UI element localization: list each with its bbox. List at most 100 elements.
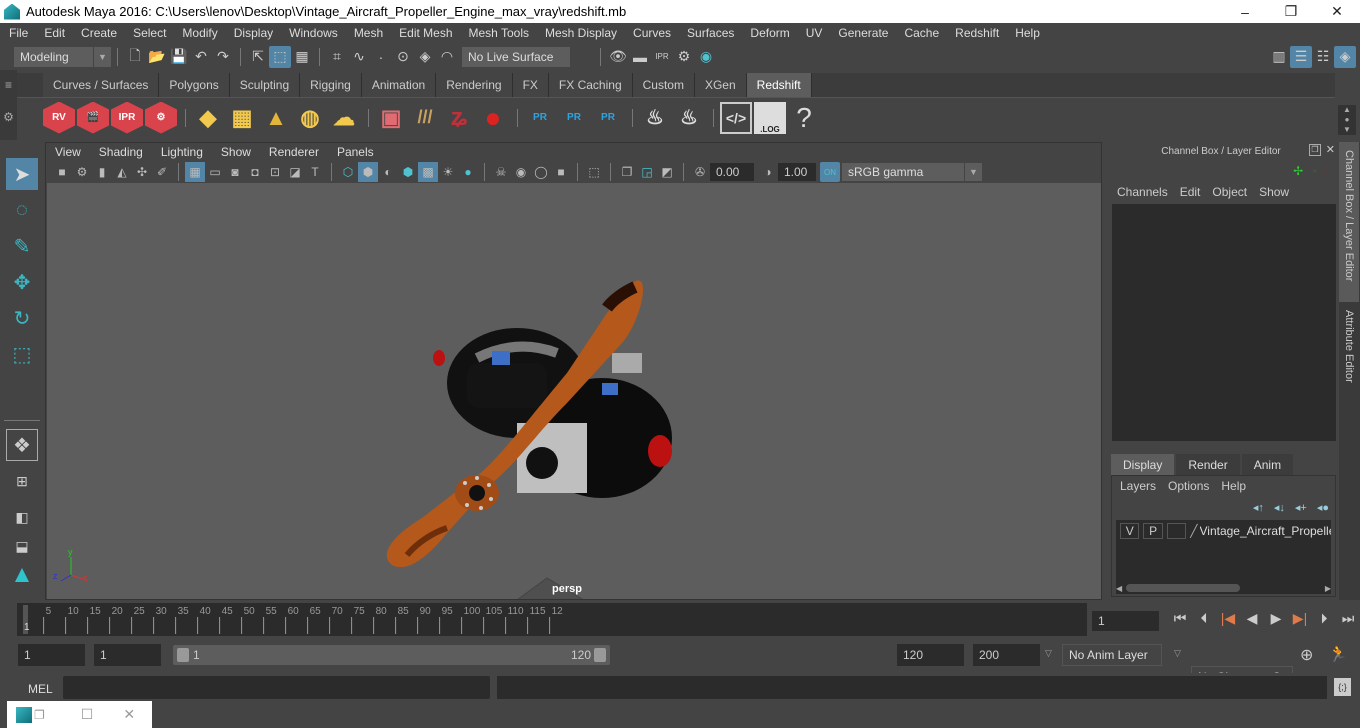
redshift-log-icon[interactable]: .LOG — [754, 101, 786, 134]
open-scene-icon[interactable]: 📂 — [146, 46, 168, 68]
shelf-tab-rigging[interactable]: Rigging — [300, 73, 362, 97]
select-object-icon[interactable]: ⬚ — [269, 45, 291, 68]
rotate-tool-icon[interactable]: ↻ — [6, 302, 38, 334]
hyperbolic-toggle-icon[interactable]: / — [1324, 164, 1327, 178]
step-back-frame-icon[interactable]: ⏴ — [1192, 610, 1216, 627]
shelf-scroll[interactable]: ▲ ● ▼ — [1338, 105, 1356, 135]
redshift-bake-icon[interactable]: ♨ — [673, 102, 705, 134]
isolate-select-icon[interactable]: ⬚ — [584, 162, 604, 182]
anim-layer-dropdown[interactable]: No Anim Layer — [1062, 644, 1162, 666]
maximize-icon[interactable]: ☐ — [81, 706, 94, 723]
command-input[interactable] — [63, 676, 490, 699]
snap-curve-icon[interactable]: ∿ — [348, 46, 370, 68]
redshift-pr-export-icon[interactable]: PR — [558, 102, 590, 134]
shelf-tab-animation[interactable]: Animation — [361, 73, 437, 97]
shelf-tab-rendering[interactable]: Rendering — [436, 73, 513, 97]
step-forward-key-icon[interactable]: ▶| — [1288, 610, 1312, 627]
ipr-render-icon[interactable]: IPR — [651, 46, 673, 68]
play-forwards-icon[interactable]: ▶ — [1264, 610, 1288, 627]
textured-icon[interactable]: ▩ — [418, 162, 438, 182]
step-back-key-icon[interactable]: |◀ — [1216, 610, 1240, 627]
play-backwards-icon[interactable]: ◀ — [1240, 610, 1264, 627]
layer-display-type-toggle[interactable] — [1166, 523, 1187, 539]
new-empty-layer-icon[interactable]: ◂+ — [1295, 501, 1307, 514]
redshift-portal-light-icon[interactable]: ▦ — [226, 102, 258, 134]
xray-icon[interactable]: ⬢ — [398, 162, 418, 182]
anti-aliasing-icon[interactable]: ◯ — [531, 162, 551, 182]
redshift-batch-render-icon[interactable]: 🎬 — [77, 101, 109, 134]
gamma-field[interactable]: 1.00 — [778, 163, 816, 181]
view-transform-dropdown[interactable]: sRGB gamma ▼ — [842, 163, 982, 181]
layer-menu-help[interactable]: Help — [1217, 479, 1254, 493]
move-layer-down-icon[interactable]: ◂↓ — [1274, 501, 1285, 514]
current-frame-value[interactable]: 1 — [1092, 611, 1159, 631]
start-time-field[interactable]: 1 — [18, 644, 85, 666]
wireframe-on-shaded-icon[interactable]: ◐ — [378, 162, 398, 182]
move-tool-icon[interactable]: ✥ — [6, 266, 38, 298]
motion-blur-icon[interactable]: ◉ — [511, 162, 531, 182]
live-surface-field[interactable]: No Live Surface — [462, 46, 570, 67]
close-panel-icon[interactable]: ✕ — [1326, 143, 1335, 156]
shelf-tab-custom[interactable]: Custom — [632, 73, 695, 97]
menu-edit-mesh[interactable]: Edit Mesh — [390, 26, 459, 40]
paint-select-tool-icon[interactable]: ✎ — [6, 230, 38, 262]
viewport-menu-renderer[interactable]: Renderer — [260, 145, 328, 159]
select-component-icon[interactable]: ▦ — [291, 46, 313, 68]
render-view-icon[interactable]: 👁 — [607, 46, 629, 68]
script-editor-icon[interactable]: {;} — [1334, 678, 1351, 696]
menu-cache[interactable]: Cache — [895, 26, 946, 40]
wireframe-icon[interactable]: ⬡ — [338, 162, 358, 182]
image-plane-icon[interactable]: ◭ — [112, 162, 132, 182]
exposure-icon[interactable]: ✇ — [690, 162, 710, 182]
scale-tool-icon[interactable]: ⬚ — [6, 338, 38, 370]
channel-box-toggle-icon[interactable]: ◈ — [1334, 45, 1356, 68]
redshift-area-light-icon[interactable]: ◆ — [192, 102, 224, 134]
redshift-physical-light-icon[interactable]: ▲ — [260, 102, 292, 134]
menu-mesh-display[interactable]: Mesh Display — [536, 26, 624, 40]
channel-box-menu-edit[interactable]: Edit — [1176, 185, 1209, 199]
redshift-volume-icon[interactable]: ▣ — [375, 102, 407, 134]
viewport-menu-panels[interactable]: Panels — [328, 145, 383, 159]
close-icon[interactable]: ✕ — [123, 706, 135, 723]
channel-box-menu-show[interactable]: Show — [1255, 185, 1297, 199]
menu-mesh-tools[interactable]: Mesh Tools — [460, 26, 536, 40]
restore-button[interactable]: ❐ — [1268, 0, 1314, 23]
hypershade-icon[interactable]: ◉ — [695, 46, 717, 68]
redshift-pr-create-icon[interactable]: PR — [524, 102, 556, 134]
menu-curves[interactable]: Curves — [624, 26, 678, 40]
save-scene-icon[interactable]: 💾 — [168, 46, 190, 68]
menu-edit[interactable]: Edit — [35, 26, 72, 40]
menu-uv[interactable]: UV — [797, 26, 830, 40]
select-hierarchy-icon[interactable]: ⇱ — [247, 46, 269, 68]
side-tab-channel-box[interactable]: Channel Box / Layer Editor — [1339, 142, 1359, 302]
layer-menu-options[interactable]: Options — [1164, 479, 1217, 493]
redshift-hair-icon[interactable]: /‌// — [409, 102, 441, 134]
redshift-material-icon[interactable]: ● — [477, 102, 509, 134]
range-start-handle[interactable] — [177, 648, 189, 662]
four-pane-layout-icon[interactable]: ⊞ — [6, 465, 38, 497]
grid-toggle-icon[interactable]: ▦ — [185, 162, 205, 182]
layer-name[interactable]: Vintage_Aircraft_Propelle — [1200, 524, 1332, 538]
hud-icon[interactable]: ◩ — [657, 162, 677, 182]
layer-tab-display[interactable]: Display — [1111, 454, 1175, 476]
time-slider[interactable]: 5 10 15 20 25 30 35 40 45 50 55 60 65 70 75 80 85 90 95 100… — [17, 603, 1087, 636]
snap-view-plane-icon[interactable]: ⊙ — [392, 46, 414, 68]
redshift-sun-sky-icon[interactable]: ☁ — [328, 102, 360, 134]
layer-menu-layers[interactable]: Layers — [1116, 479, 1164, 493]
single-pane-layout-icon[interactable]: ❖ — [6, 429, 38, 461]
manipulator-axis-icon[interactable]: ✢ — [1293, 164, 1303, 178]
shelf-tab-curves-surfaces[interactable]: Curves / Surfaces — [43, 73, 160, 97]
redshift-render-view-icon[interactable]: RV — [43, 101, 75, 134]
camera-select-icon[interactable]: ■ — [52, 162, 72, 182]
viewport-menu-shading[interactable]: Shading — [90, 145, 152, 159]
new-scene-icon[interactable]: 🗋 — [124, 46, 146, 68]
exposure-field[interactable]: 0.00 — [710, 163, 754, 181]
playback-start-field[interactable]: 1 — [94, 644, 161, 666]
menu-deform[interactable]: Deform — [741, 26, 796, 40]
redshift-script-icon[interactable]: </> — [720, 101, 752, 134]
layer-playback-toggle[interactable]: P — [1143, 523, 1163, 539]
gate-mask-icon[interactable]: ◘ — [245, 162, 265, 182]
shelf-tab-fx-caching[interactable]: FX Caching — [548, 73, 633, 97]
snap-grid-icon[interactable]: ⌗ — [326, 46, 348, 68]
viewport-menu-lighting[interactable]: Lighting — [152, 145, 212, 159]
